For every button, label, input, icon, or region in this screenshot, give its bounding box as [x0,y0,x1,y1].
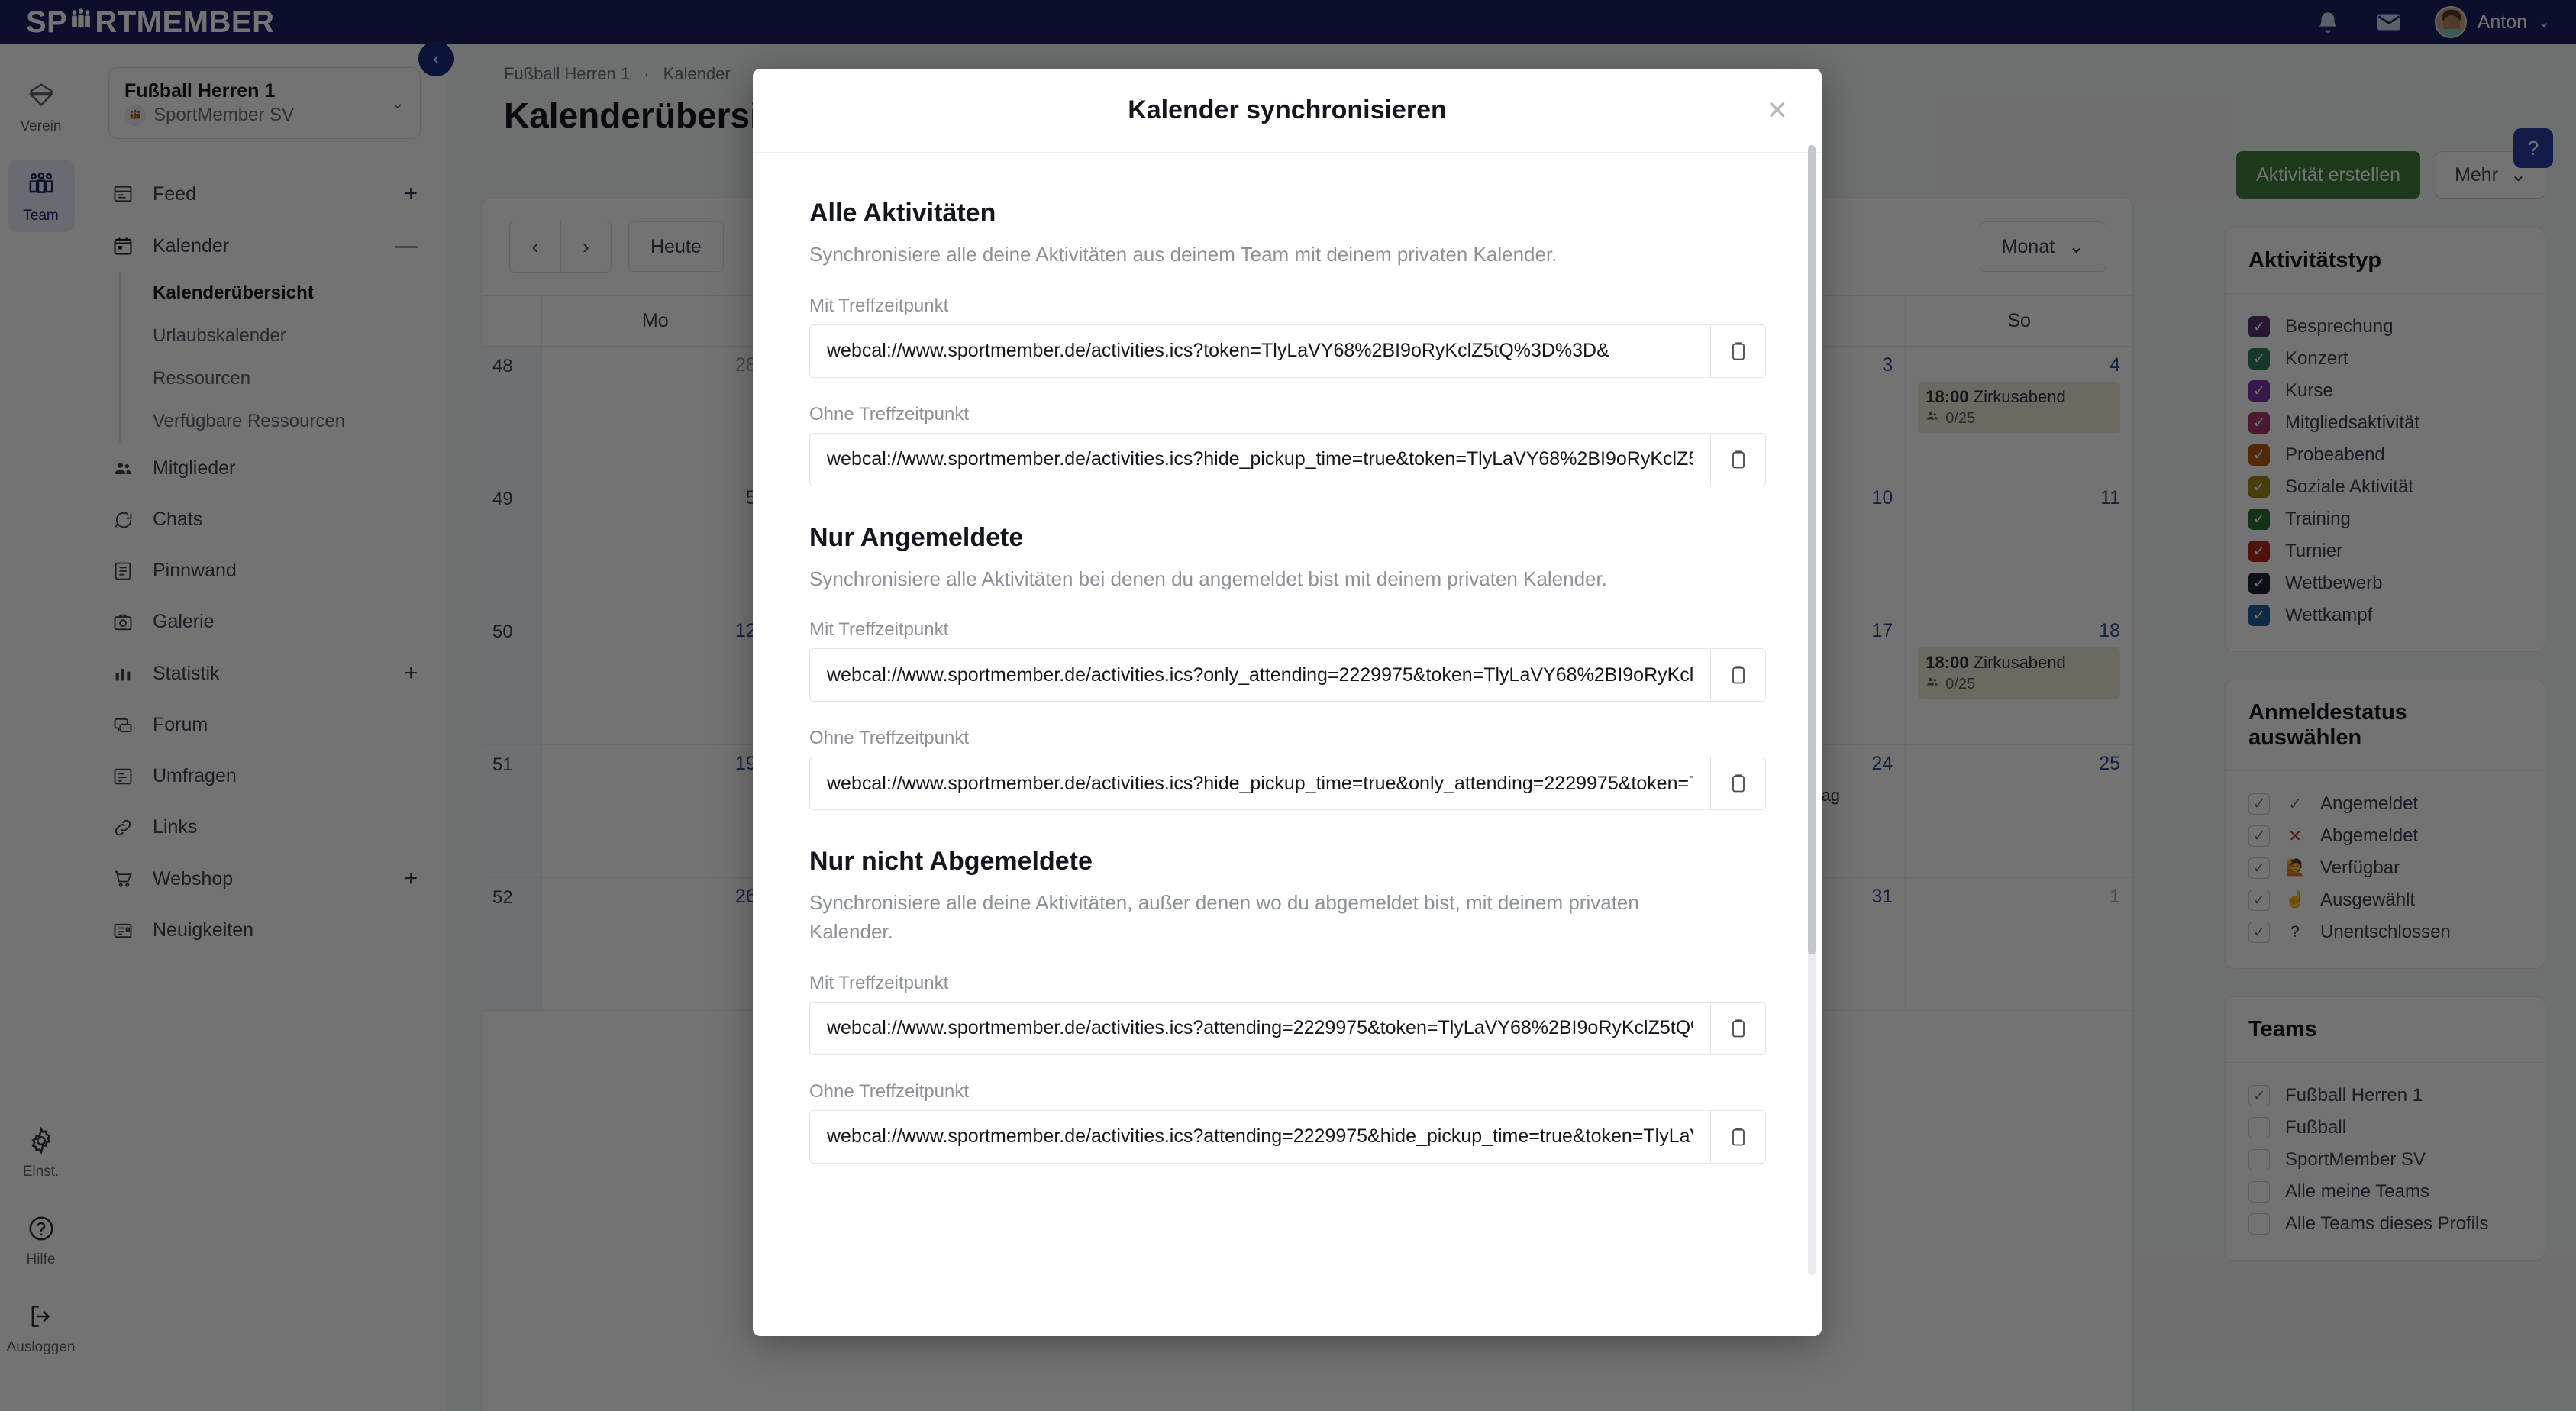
clipboard-copy-icon[interactable] [1710,434,1765,486]
clipboard-copy-icon[interactable] [1710,757,1765,809]
sync-section-nur-angemeldete: Nur Angemeldete Synchronisiere alle Akti… [809,523,1765,811]
sync-section-alle-aktivitaeten: Alle Aktivitäten Synchronisiere alle dei… [809,199,1765,486]
sync-url-input[interactable] [810,434,1710,486]
clipboard-copy-icon[interactable] [1710,325,1765,377]
field-label: Mit Treffzeitpunkt [809,973,1765,994]
modal-header: Kalender synchronisieren ✕ [753,69,1822,153]
modal-title: Kalender synchronisieren [1128,95,1447,125]
url-field-group [809,1002,1766,1055]
field-label: Ohne Treffzeitpunkt [809,728,1765,749]
modal-body: Alle Aktivitäten Synchronisiere alle dei… [753,153,1822,1336]
clipboard-copy-icon[interactable] [1710,1003,1765,1054]
close-icon[interactable]: ✕ [1767,95,1789,126]
field-label: Mit Treffzeitpunkt [809,295,1765,317]
clipboard-copy-icon[interactable] [1710,1111,1765,1163]
sync-url-input[interactable] [810,1003,1710,1054]
field-label: Mit Treffzeitpunkt [809,619,1765,641]
field-label: Ohne Treffzeitpunkt [809,1081,1765,1103]
section-description: Synchronisiere alle deine Aktivitäten au… [809,241,1710,270]
sync-url-input[interactable] [810,649,1710,701]
section-description: Synchronisiere alle Aktivitäten bei dene… [809,565,1710,594]
section-heading: Nur nicht Abgemeldete [809,847,1765,877]
sync-url-input[interactable] [810,1111,1710,1163]
field-label: Ohne Treffzeitpunkt [809,404,1765,425]
app-root: SP RTMEMBER [0,0,2576,1411]
clipboard-copy-icon[interactable] [1710,649,1765,701]
modal-scrollbar[interactable] [1808,145,1816,1275]
sync-section-nur-nicht-abgemeldete: Nur nicht Abgemeldete Synchronisiere all… [809,847,1765,1163]
url-field-group [809,648,1766,702]
section-heading: Alle Aktivitäten [809,199,1765,228]
sync-url-input[interactable] [810,325,1710,377]
url-field-group [809,1110,1766,1164]
url-field-group [809,324,1766,378]
calendar-sync-modal: Kalender synchronisieren ✕ Alle Aktivitä… [753,69,1822,1336]
section-heading: Nur Angemeldete [809,523,1765,553]
sync-url-input[interactable] [810,757,1710,809]
url-field-group [809,433,1766,486]
modal-scrollbar-thumb[interactable] [1808,145,1816,954]
url-field-group [809,757,1766,810]
section-description: Synchronisiere alle deine Aktivitäten, a… [809,889,1710,946]
